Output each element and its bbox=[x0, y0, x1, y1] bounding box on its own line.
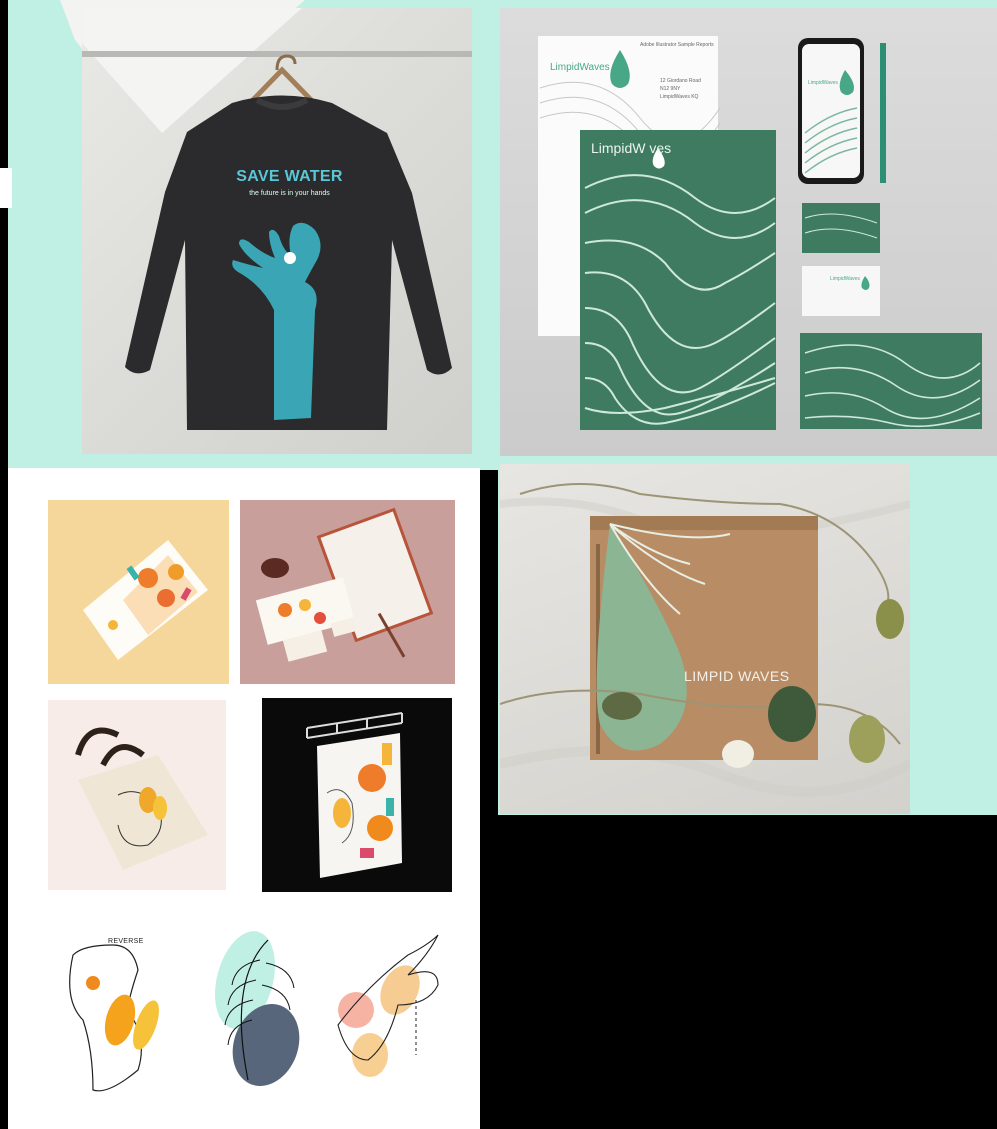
address-line-3: LimpidWaves KQ bbox=[660, 94, 699, 100]
illustration-label: REVERSE bbox=[108, 938, 144, 945]
box-label: LIMPID WAVES bbox=[684, 668, 790, 684]
address-line-2: N12 9NY bbox=[660, 86, 681, 92]
sweatshirt-subtitle: the future is in your hands bbox=[249, 190, 330, 197]
stationery-illustration bbox=[538, 36, 982, 430]
box-photo: LIMPID WAVES bbox=[500, 464, 910, 814]
sweatshirt-photo: SAVE WATER the future is in your hands bbox=[82, 8, 472, 454]
address-line-1: 12 Giordano Road bbox=[660, 78, 701, 84]
tote-bag-illustration bbox=[75, 727, 208, 870]
stationery-set-illustration bbox=[255, 507, 434, 662]
stationery-set-mockup bbox=[240, 500, 455, 684]
sweatshirt-illustration bbox=[82, 8, 472, 430]
sweatshirt-title: SAVE WATER bbox=[236, 168, 343, 185]
banner-illustration bbox=[306, 712, 403, 878]
postcard-illustration bbox=[83, 540, 208, 660]
box-illustration bbox=[500, 483, 910, 797]
black-empty-area bbox=[480, 815, 997, 1129]
illustration-row: REVERSE bbox=[48, 915, 458, 1100]
tote-bag-mockup bbox=[48, 700, 226, 890]
stationery-photo: LimpidWaves Adobe Illustrator Sample Rep… bbox=[500, 8, 997, 456]
card-brand: LimpidWaves bbox=[830, 276, 860, 282]
letterhead-tag: Adobe Illustrator Sample Reports bbox=[640, 42, 714, 48]
postcard-mockup bbox=[48, 500, 229, 684]
letterhead-brand: LimpidWaves bbox=[550, 62, 610, 73]
folder-brand: LimpidW ves bbox=[591, 140, 672, 156]
banner-mockup bbox=[262, 698, 452, 892]
phone-brand: LimpidWaves bbox=[808, 80, 838, 86]
